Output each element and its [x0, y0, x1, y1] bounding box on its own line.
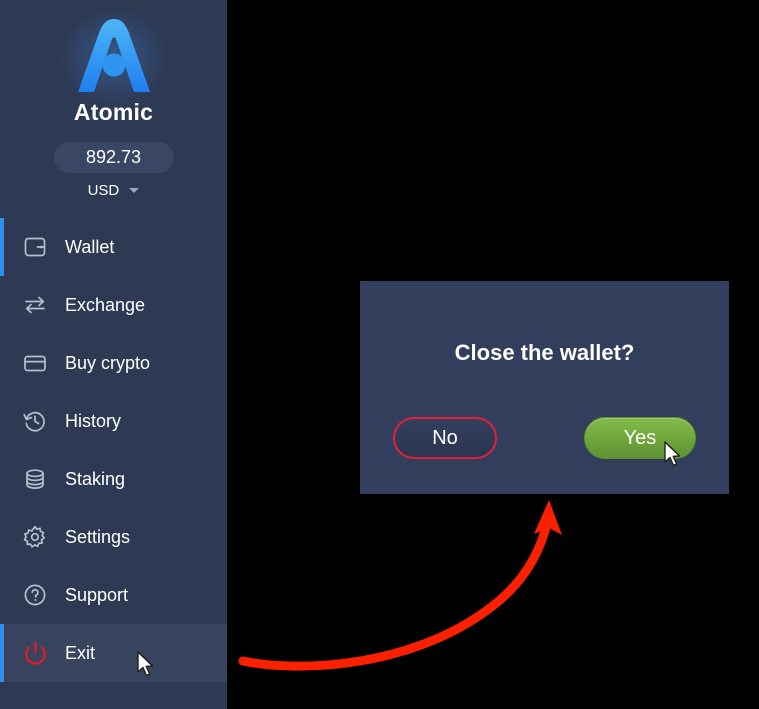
sidebar-item-buy-crypto[interactable]: Buy crypto	[0, 334, 227, 392]
sidebar-item-label: Support	[65, 584, 129, 605]
brand-name: Atomic	[73, 99, 154, 125]
atomic-logo-icon	[59, 8, 168, 106]
active-indicator	[0, 508, 4, 566]
sidebar-item-label: Wallet	[65, 236, 115, 257]
sidebar-item-label: Exit	[65, 642, 96, 663]
sidebar-item-history[interactable]: History	[0, 392, 227, 450]
sidebar-item-exchange[interactable]: Exchange	[0, 276, 227, 334]
sidebar-item-support[interactable]: Support	[0, 566, 227, 624]
sidebar-item-staking[interactable]: Staking	[0, 450, 227, 508]
currency-label: USD	[87, 182, 120, 200]
gear-icon	[20, 522, 50, 552]
cursor-yes-button	[664, 441, 681, 467]
sidebar-item-exit[interactable]: Exit	[0, 624, 227, 682]
sidebar-item-label: Exchange	[65, 294, 146, 315]
active-indicator	[0, 392, 4, 450]
sidebar-nav: Wallet Exchange Buy crypto History Staking Se…	[0, 218, 227, 682]
database-icon	[20, 464, 50, 494]
cursor-sidebar-exit	[137, 651, 154, 677]
wallet-icon	[20, 232, 50, 262]
sidebar-item-label: Buy crypto	[65, 352, 151, 373]
active-indicator	[0, 566, 4, 624]
history-icon	[20, 406, 50, 436]
power-icon	[20, 638, 50, 668]
active-indicator	[0, 624, 4, 682]
sidebar-item-label: Settings	[65, 526, 131, 547]
atomic-logo-svg	[77, 19, 150, 92]
chevron-down-icon	[129, 187, 140, 193]
active-indicator	[0, 450, 4, 508]
sidebar-item-settings[interactable]: Settings	[0, 508, 227, 566]
active-indicator	[0, 218, 4, 276]
sidebar-item-wallet[interactable]: Wallet	[0, 218, 227, 276]
sidebar-item-label: History	[65, 410, 122, 431]
exchange-icon	[20, 290, 50, 320]
no-button[interactable]: No	[393, 417, 497, 459]
balance-amount[interactable]: 892.73	[53, 142, 174, 173]
sidebar: Atomic 892.73 USD Wallet Exchange Buy cryp…	[0, 0, 227, 709]
brand-header: Atomic 892.73 USD	[0, 0, 227, 218]
active-indicator	[0, 276, 4, 334]
dialog-title: Close the wallet?	[454, 340, 635, 365]
question-circle-icon	[20, 580, 50, 610]
sidebar-item-label: Staking	[65, 468, 126, 489]
credit-card-icon	[20, 348, 50, 378]
active-indicator	[0, 334, 4, 392]
app-window: Atomic 892.73 USD Wallet Exchange Buy cryp…	[0, 0, 759, 709]
currency-selector[interactable]: USD	[0, 182, 227, 200]
